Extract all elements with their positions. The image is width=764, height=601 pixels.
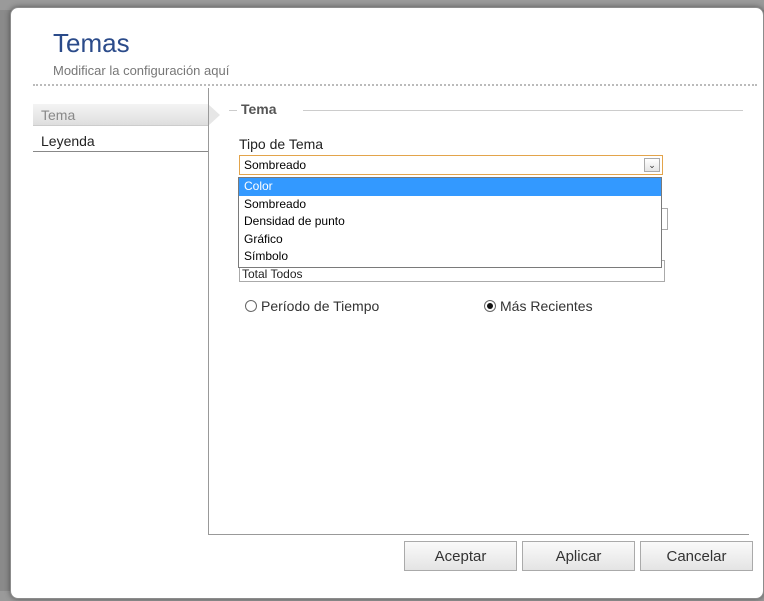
sidebar-item-label: Leyenda: [41, 133, 95, 149]
radio-circle-checked[interactable]: [484, 300, 496, 312]
sidebar-divider: [208, 88, 209, 534]
dialog-subtitle: Modificar la configuración aquí: [53, 63, 230, 78]
aplicar-button[interactable]: Aplicar: [522, 541, 635, 571]
radio-label: Período de Tiempo: [261, 298, 380, 314]
dropdown-option-simbolo[interactable]: Símbolo: [239, 248, 661, 266]
dropdown-option-color[interactable]: Color: [239, 178, 661, 196]
dropdown-option-densidad[interactable]: Densidad de punto: [239, 213, 661, 231]
total-field-value: Total Todos: [242, 267, 303, 281]
temas-dialog: Temas Modificar la configuración aquí Te…: [10, 7, 764, 599]
radio-periodo-de-tiempo[interactable]: Período de Tiempo: [245, 298, 379, 314]
aceptar-button[interactable]: Aceptar: [404, 541, 517, 571]
dialog-title: Temas: [53, 28, 130, 58]
title-divider: [33, 84, 757, 86]
dropdown-option-sombreado[interactable]: Sombreado: [239, 196, 661, 214]
fieldset-border-left: [229, 110, 237, 111]
dropdown-option-grafico[interactable]: Gráfico: [239, 231, 661, 249]
radio-mas-recientes[interactable]: Más Recientes: [484, 298, 593, 314]
tipo-de-tema-select[interactable]: Sombreado ⌄: [239, 155, 663, 175]
select-value: Sombreado: [244, 158, 307, 172]
tipo-de-tema-label: Tipo de Tema: [239, 136, 324, 152]
content-bottom-divider: [208, 534, 749, 535]
radio-label: Más Recientes: [500, 298, 593, 314]
cancelar-button[interactable]: Cancelar: [640, 541, 753, 571]
tipo-de-tema-dropdown: Color Sombreado Densidad de punto Gráfic…: [238, 177, 662, 268]
fieldset-border-right: [303, 110, 743, 111]
active-arrow-indicator: [208, 104, 220, 126]
sidebar-item-tema[interactable]: Tema: [33, 104, 208, 126]
sidebar-item-leyenda[interactable]: Leyenda: [33, 130, 208, 152]
section-legend: Tema: [237, 101, 281, 117]
chevron-down-icon[interactable]: ⌄: [644, 158, 660, 172]
radio-circle[interactable]: [245, 300, 257, 312]
sidebar-item-label: Tema: [41, 107, 76, 123]
